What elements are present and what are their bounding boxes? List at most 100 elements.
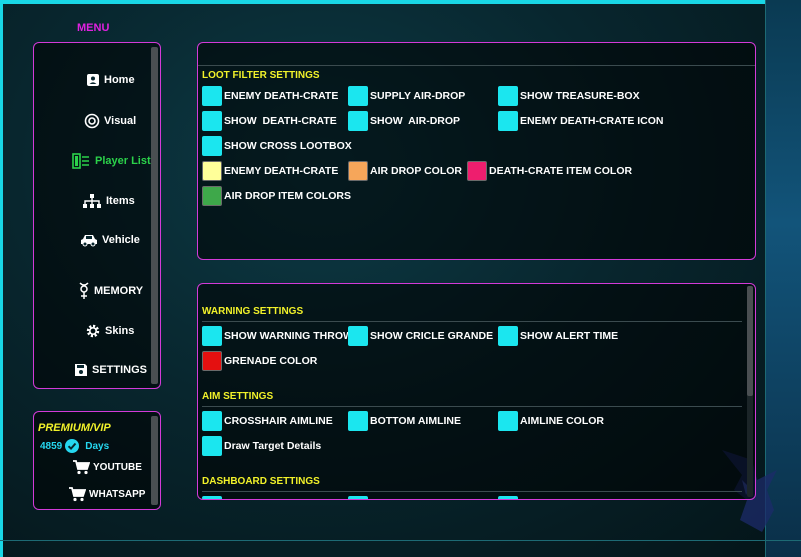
- premium-vip-label: PREMIUM/VIP: [38, 422, 111, 434]
- premium-box: PREMIUM/VIP 4859 Days YOUTUBE WHATSAPP: [33, 411, 161, 510]
- toggle-aimline-color[interactable]: AIMLINE COLOR: [498, 411, 604, 431]
- sidebar-item-label: Home: [104, 74, 135, 86]
- sidebar-item-label: Items: [106, 195, 135, 207]
- toggle-show-alert-time[interactable]: SHOW ALERT TIME: [498, 326, 618, 346]
- sitemap-icon: [83, 194, 101, 208]
- option-label: AIMLINE COLOR: [520, 415, 604, 427]
- section-divider: [202, 491, 742, 492]
- option-label: SHOW AIR-DROP: [370, 115, 461, 127]
- player-list-icon: [72, 153, 89, 169]
- checkbox[interactable]: [498, 326, 518, 346]
- color-air-drop-item[interactable]: AIR DROP ITEM COLORS: [202, 186, 351, 206]
- color-swatch[interactable]: [467, 161, 487, 181]
- color-swatch[interactable]: [202, 351, 222, 371]
- option-label: SHOW TREASURE-BOX: [520, 90, 640, 102]
- option-label: CROSSHAIR AIMLINE: [224, 415, 333, 427]
- checkbox[interactable]: [498, 86, 518, 106]
- days-label: Days: [85, 440, 110, 452]
- sidebar-item-settings[interactable]: SETTINGS: [74, 363, 147, 377]
- menu-title: MENU: [77, 22, 110, 34]
- checkbox[interactable]: [202, 496, 222, 499]
- dashboard-settings-title: DASHBOARD SETTINGS: [202, 476, 320, 487]
- color-enemy-death-crate[interactable]: ENEMY DEATH-CRATE: [202, 161, 338, 181]
- youtube-label: YOUTUBE: [93, 461, 142, 473]
- toggle-enemy-death-crate-icon[interactable]: ENEMY DEATH-CRATE ICON: [498, 111, 664, 131]
- premium-scrollbar[interactable]: [151, 416, 158, 505]
- sidebar-item-label: Visual: [104, 115, 137, 127]
- whatsapp-label: WHATSAPP: [89, 488, 146, 500]
- checkbox[interactable]: [202, 136, 222, 156]
- sidebar-item-label: Vehicle: [102, 234, 140, 246]
- checkbox[interactable]: [202, 326, 222, 346]
- panel-header-strip: [198, 43, 755, 66]
- sidebar-item-home[interactable]: Home: [86, 73, 135, 87]
- bottom-divider: [0, 540, 801, 541]
- dashboard-option-partial[interactable]: [202, 496, 222, 499]
- warning-settings-title: WARNING SETTINGS: [202, 306, 304, 317]
- sidebar-item-skins[interactable]: Skins: [85, 323, 134, 339]
- dashboard-option-partial[interactable]: [348, 496, 368, 499]
- toggle-crosshair-aimline[interactable]: CROSSHAIR AIMLINE: [202, 411, 333, 431]
- aim-settings-title: AIM SETTINGS: [202, 391, 274, 402]
- checkbox[interactable]: [498, 111, 518, 131]
- toggle-show-circle-grande[interactable]: SHOW CRICLE GRANDE: [348, 326, 493, 346]
- car-icon: [81, 235, 97, 247]
- option-label: SHOW CRICLE GRANDE: [370, 330, 494, 342]
- whatsapp-link[interactable]: WHATSAPP: [68, 486, 145, 502]
- checkbox[interactable]: [498, 496, 518, 499]
- sidebar-item-vehicle[interactable]: Vehicle: [80, 233, 140, 247]
- checkbox[interactable]: [348, 411, 368, 431]
- toggle-draw-target-details[interactable]: Draw Target Details: [202, 436, 321, 456]
- sidebar-item-label: MEMORY: [94, 285, 144, 297]
- section-divider: [202, 321, 742, 322]
- color-swatch[interactable]: [202, 161, 222, 181]
- color-swatch[interactable]: [202, 186, 222, 206]
- sidebar-item-label: SETTINGS: [92, 364, 148, 376]
- sidebar-scrollbar[interactable]: [151, 47, 158, 384]
- checkbox[interactable]: [348, 326, 368, 346]
- checkbox[interactable]: [348, 496, 368, 499]
- toggle-show-cross-lootbox[interactable]: SHOW CROSS LOOTBOX: [202, 136, 352, 156]
- option-label: ENEMY DEATH-CRATE: [224, 90, 339, 102]
- days-count: 4859: [40, 440, 63, 452]
- sidebar-item-memory[interactable]: MEMORY: [78, 282, 143, 300]
- sidebar-item-visual[interactable]: Visual: [84, 113, 136, 129]
- dashboard-option-partial[interactable]: [498, 496, 518, 499]
- toggle-show-treasure-box[interactable]: SHOW TREASURE-BOX: [498, 86, 640, 106]
- sidebar-menu: Home Visual Player List Items Vehicle ME…: [33, 42, 161, 389]
- option-label: SUPPLY AIR-DROP: [370, 90, 466, 102]
- color-grenade[interactable]: GRENADE COLOR: [202, 351, 317, 371]
- option-label: DEATH-CRATE ITEM COLOR: [489, 165, 633, 177]
- checkbox[interactable]: [202, 436, 222, 456]
- days-remaining: 4859 Days: [40, 438, 109, 454]
- option-label: GRENADE COLOR: [224, 355, 318, 367]
- loot-filter-panel: LOOT FILTER SETTINGS ENEMY DEATH-CRATE S…: [197, 42, 756, 260]
- toggle-show-death-crate[interactable]: SHOW DEATH-CRATE: [202, 111, 337, 131]
- settings-panel: WARNING SETTINGS SHOW WARNING THROW SHOW…: [197, 283, 756, 500]
- panel-scrollbar[interactable]: [747, 286, 753, 396]
- checkbox[interactable]: [498, 411, 518, 431]
- color-death-crate-item[interactable]: DEATH-CRATE ITEM COLOR: [467, 161, 632, 181]
- checkbox[interactable]: [202, 111, 222, 131]
- cog-icon: [86, 324, 100, 338]
- toggle-supply-air-drop[interactable]: SUPPLY AIR-DROP: [348, 86, 465, 106]
- toggle-enemy-death-crate[interactable]: ENEMY DEATH-CRATE: [202, 86, 338, 106]
- toggle-show-air-drop[interactable]: SHOW AIR-DROP: [348, 111, 460, 131]
- color-air-drop[interactable]: AIR DROP COLOR: [348, 161, 462, 181]
- user-card-icon: [87, 74, 99, 86]
- option-label: ENEMY DEATH-CRATE: [224, 165, 339, 177]
- option-label: AIR DROP COLOR: [370, 165, 462, 177]
- option-label: ENEMY DEATH-CRATE ICON: [520, 115, 664, 127]
- checkbox[interactable]: [348, 111, 368, 131]
- checkbox[interactable]: [348, 86, 368, 106]
- sidebar-item-items[interactable]: Items: [82, 193, 135, 209]
- toggle-bottom-aimline[interactable]: BOTTOM AIMLINE: [348, 411, 461, 431]
- toggle-show-warning-throw[interactable]: SHOW WARNING THROW: [202, 326, 353, 346]
- sidebar-item-label: Skins: [105, 325, 135, 337]
- color-swatch[interactable]: [348, 161, 368, 181]
- checkbox[interactable]: [202, 86, 222, 106]
- sidebar-item-player-list[interactable]: Player List: [71, 153, 151, 169]
- sidebar-item-label: Player List: [95, 155, 151, 167]
- youtube-link[interactable]: YOUTUBE: [72, 459, 142, 475]
- checkbox[interactable]: [202, 411, 222, 431]
